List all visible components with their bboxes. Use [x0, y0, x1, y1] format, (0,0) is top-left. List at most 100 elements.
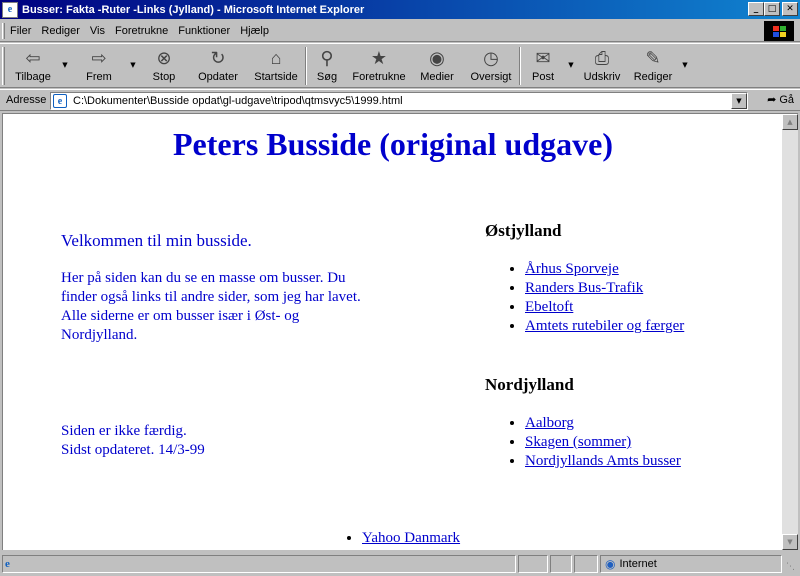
- link-randers-bus-trafik[interactable]: Randers Bus-Trafik: [525, 280, 643, 296]
- print-icon: ⎙: [594, 47, 610, 68]
- edit-icon: ✎: [645, 47, 661, 68]
- list-item: Aalborg: [525, 414, 681, 433]
- stop-icon: ⊗: [156, 47, 172, 68]
- menu-favorites[interactable]: Foretrukne: [110, 23, 173, 39]
- print-label: Udskriv: [583, 71, 621, 83]
- list-item: Skagen (sommer): [525, 433, 681, 452]
- back-dropdown-button[interactable]: ▼: [59, 44, 71, 86]
- menu-view[interactable]: Vis: [85, 23, 110, 39]
- welcome-text: Velkommen til min busside.: [61, 231, 252, 250]
- web-page: Peters Busside (original udgave) Velkomm…: [3, 114, 783, 550]
- go-button[interactable]: ➦ Gå: [767, 93, 794, 107]
- list-item: Ebeltoft: [525, 298, 684, 317]
- list-item: Yahoo Danmark: [362, 530, 460, 547]
- refresh-label: Opdater: [198, 71, 238, 83]
- media-label: Medier: [420, 71, 454, 83]
- favorites-icon: ★: [370, 47, 388, 68]
- link-nordjyllands-amts-busser[interactable]: Nordjyllands Amts busser: [525, 453, 681, 469]
- home-icon: ⌂: [270, 47, 282, 68]
- menu-file[interactable]: Filer: [5, 23, 36, 39]
- forward-arrow-icon: ⇨: [91, 47, 107, 68]
- status-line-1: Siden er ikke færdig.: [61, 423, 187, 439]
- status-line-2: Sidst opdateret. 14/3-99: [61, 442, 205, 458]
- refresh-icon: ↻: [210, 47, 226, 68]
- page-heading: Peters Busside (original udgave): [173, 126, 613, 162]
- restore-button[interactable]: □: [764, 2, 780, 16]
- favorites-button[interactable]: ★ Foretrukne: [347, 44, 411, 86]
- window-controls: _ □ ✕: [748, 2, 798, 16]
- status-bar: e ◉ Internet ⋱: [0, 552, 800, 576]
- media-icon: ◉: [429, 47, 445, 68]
- address-dropdown-button[interactable]: ▼: [731, 93, 747, 109]
- link-list-ostjylland: Århus Sporveje Randers Bus-Trafik Ebelto…: [525, 260, 684, 336]
- content-viewport[interactable]: Peters Busside (original udgave) Velkomm…: [2, 113, 798, 550]
- status-text-pane: e: [2, 555, 516, 573]
- mail-button[interactable]: ✉ Post: [521, 44, 565, 86]
- region-heading-nordjylland: Nordjylland: [485, 375, 574, 394]
- print-button[interactable]: ⎙ Udskriv: [577, 44, 627, 86]
- menu-bar: Filer Rediger Vis Foretrukne Funktioner …: [0, 20, 800, 42]
- forward-button[interactable]: ⇨ Frem: [71, 44, 127, 86]
- title-bar[interactable]: e Busser: Fakta -Ruter -Links (Jylland) …: [0, 0, 800, 19]
- stop-button[interactable]: ⊗ Stop: [139, 44, 189, 86]
- list-item: Århus Sporveje: [525, 260, 684, 279]
- vertical-scrollbar[interactable]: ▲ ▼: [782, 114, 798, 550]
- windows-logo-icon: [764, 21, 794, 41]
- scroll-up-button[interactable]: ▲: [782, 114, 798, 130]
- edit-dropdown-button[interactable]: ▼: [679, 44, 691, 86]
- link-skagen[interactable]: Skagen (sommer): [525, 434, 631, 450]
- address-url[interactable]: C:\Dokumenter\Busside opdat\gl-udgave\tr…: [73, 95, 403, 107]
- history-label: Oversigt: [470, 71, 512, 83]
- link-list-bottom: Yahoo Danmark: [362, 530, 460, 547]
- home-label: Startside: [254, 71, 298, 83]
- home-button[interactable]: ⌂ Startside: [247, 44, 305, 86]
- scroll-down-button[interactable]: ▼: [782, 534, 798, 550]
- close-button[interactable]: ✕: [782, 2, 798, 16]
- history-button[interactable]: ◷ Oversigt: [463, 44, 519, 86]
- ie-logo-icon: e: [2, 1, 18, 18]
- go-arrow-icon: ➦: [767, 94, 777, 106]
- menu-edit[interactable]: Rediger: [36, 23, 85, 39]
- menu-help[interactable]: Hjælp: [235, 23, 274, 39]
- search-label: Søg: [316, 71, 338, 83]
- window-title: Busser: Fakta -Ruter -Links (Jylland) - …: [22, 3, 365, 16]
- globe-icon: ◉: [605, 557, 616, 571]
- stop-label: Stop: [152, 71, 176, 83]
- mail-dropdown-button[interactable]: ▼: [565, 44, 577, 86]
- intro-text: Her på siden kan du se en masse om busse…: [61, 270, 361, 343]
- list-item: Amtets rutebiler og færger: [525, 317, 684, 336]
- favorites-label: Foretrukne: [352, 71, 406, 83]
- list-item: Nordjyllands Amts busser: [525, 452, 681, 471]
- list-item: Randers Bus-Trafik: [525, 279, 684, 298]
- toolbar-grip: [2, 47, 5, 85]
- page-status: Siden er ikke færdig. Sidst opdateret. 1…: [61, 422, 205, 460]
- page-loaded-icon: e: [5, 558, 10, 570]
- media-button[interactable]: ◉ Medier: [411, 44, 463, 86]
- resize-grip-icon[interactable]: ⋱: [786, 562, 798, 574]
- edit-label: Rediger: [633, 71, 673, 83]
- refresh-button[interactable]: ↻ Opdater: [189, 44, 247, 86]
- link-aarhus-sporveje[interactable]: Århus Sporveje: [525, 261, 619, 277]
- history-icon: ◷: [483, 47, 499, 68]
- status-pane: [550, 555, 572, 573]
- link-list-nordjylland: Aalborg Skagen (sommer) Nordjyllands Amt…: [525, 414, 681, 471]
- forward-label: Frem: [86, 71, 112, 83]
- edit-button[interactable]: ✎ Rediger: [627, 44, 679, 86]
- security-zone-pane: ◉ Internet: [600, 555, 782, 573]
- address-input[interactable]: e C:\Dokumenter\Busside opdat\gl-udgave\…: [50, 92, 748, 110]
- zone-label: Internet: [619, 558, 657, 570]
- search-button[interactable]: ⚲ Søg: [307, 44, 347, 86]
- region-heading-ostjylland: Østjylland: [485, 221, 562, 240]
- minimize-button[interactable]: _: [748, 2, 764, 16]
- status-pane: [518, 555, 548, 573]
- search-icon: ⚲: [320, 47, 334, 68]
- link-ebeltoft[interactable]: Ebeltoft: [525, 299, 573, 315]
- link-amtets-rutebiler[interactable]: Amtets rutebiler og færger: [525, 318, 684, 334]
- back-button[interactable]: ⇦ Tilbage: [7, 44, 59, 86]
- back-label: Tilbage: [15, 71, 51, 83]
- forward-dropdown-button[interactable]: ▼: [127, 44, 139, 86]
- status-pane: [574, 555, 598, 573]
- link-yahoo-danmark[interactable]: Yahoo Danmark: [362, 530, 460, 546]
- menu-tools[interactable]: Funktioner: [173, 23, 235, 39]
- link-aalborg[interactable]: Aalborg: [525, 415, 574, 431]
